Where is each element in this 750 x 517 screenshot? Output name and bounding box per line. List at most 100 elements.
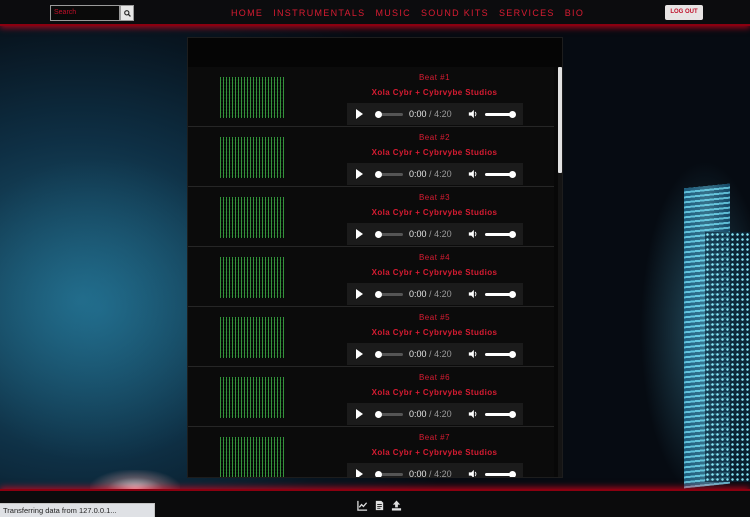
nav-menu: HOME INSTRUMENTALS MUSIC SOUND KITS SERV… (231, 8, 594, 18)
track-row: Beat #1 Xola Cybr + Cybrvybe Studios 0:0… (188, 67, 554, 127)
nav-item-music[interactable]: MUSIC (375, 8, 411, 18)
play-icon[interactable] (356, 289, 363, 299)
duration: 4:20 (434, 109, 452, 119)
seek-slider[interactable] (375, 171, 403, 178)
audio-player[interactable]: 0:00 / 4:20 (347, 163, 523, 185)
time-display: 0:00 / 4:20 (409, 469, 452, 478)
track-title: Beat #6 (418, 373, 451, 382)
duration: 4:20 (434, 169, 452, 179)
volume-handle[interactable] (509, 411, 516, 418)
track-row: Beat #6 Xola Cybr + Cybrvybe Studios 0:0… (188, 367, 554, 427)
upload-icon[interactable] (391, 500, 402, 511)
track-artwork (220, 197, 284, 238)
seek-handle[interactable] (375, 411, 382, 418)
nav-item-home[interactable]: HOME (231, 8, 263, 18)
background-tower-lights (705, 232, 750, 482)
nav-item-services[interactable]: SERVICES (499, 8, 555, 18)
seek-slider[interactable] (375, 351, 403, 358)
volume-icon[interactable] (468, 409, 478, 419)
play-icon[interactable] (356, 469, 363, 477)
volume-icon[interactable] (468, 229, 478, 239)
scrollbar-thumb[interactable] (558, 67, 562, 173)
current-time: 0:00 (409, 169, 427, 179)
volume-slider[interactable] (485, 171, 516, 178)
audio-player[interactable]: 0:00 / 4:20 (347, 103, 523, 125)
track-title: Beat #4 (418, 253, 451, 262)
seek-slider[interactable] (375, 411, 403, 418)
nav-item-instrumentals[interactable]: INSTRUMENTALS (273, 8, 365, 18)
toolbar-icons (357, 500, 402, 511)
play-icon[interactable] (356, 229, 363, 239)
volume-slider[interactable] (485, 471, 516, 477)
audio-player[interactable]: 0:00 / 4:20 (347, 403, 523, 425)
nav-item-bio[interactable]: BIO (565, 8, 584, 18)
volume-handle[interactable] (509, 111, 516, 118)
track-artist: Xola Cybr + Cybrvybe Studios (371, 88, 498, 97)
track-artwork (220, 77, 284, 118)
seek-handle[interactable] (375, 291, 382, 298)
time-display: 0:00 / 4:20 (409, 169, 452, 179)
browser-status-bar: Transferring data from 127.0.0.1... (0, 503, 155, 517)
track-artwork (220, 377, 284, 418)
time-display: 0:00 / 4:20 (409, 409, 452, 419)
search-icon (123, 10, 131, 17)
play-icon[interactable] (356, 349, 363, 359)
track-artist: Xola Cybr + Cybrvybe Studios (371, 268, 498, 277)
play-icon[interactable] (356, 169, 363, 179)
volume-icon[interactable] (468, 469, 478, 478)
seek-handle[interactable] (375, 351, 382, 358)
time-display: 0:00 / 4:20 (409, 109, 452, 119)
chart-icon[interactable] (357, 500, 368, 511)
duration: 4:20 (434, 409, 452, 419)
playlist-scrollbar[interactable] (558, 67, 562, 477)
volume-icon[interactable] (468, 169, 478, 179)
play-icon[interactable] (356, 109, 363, 119)
seek-slider[interactable] (375, 231, 403, 238)
volume-slider[interactable] (485, 231, 516, 238)
current-time: 0:00 (409, 289, 427, 299)
page-background: Search HOME INSTRUMENTALS MUSIC SOUND KI… (0, 0, 750, 517)
volume-icon[interactable] (468, 349, 478, 359)
play-icon[interactable] (356, 409, 363, 419)
audio-player[interactable]: 0:00 / 4:20 (347, 283, 523, 305)
track-title: Beat #1 (418, 73, 451, 82)
panel-header (188, 38, 562, 67)
time-display: 0:00 / 4:20 (409, 349, 452, 359)
seek-slider[interactable] (375, 111, 403, 118)
audio-player[interactable]: 0:00 / 4:20 (347, 343, 523, 365)
track-artist: Xola Cybr + Cybrvybe Studios (371, 388, 498, 397)
logout-button[interactable]: LOG OUT (665, 5, 703, 20)
volume-slider[interactable] (485, 111, 516, 118)
top-navbar: Search HOME INSTRUMENTALS MUSIC SOUND KI… (0, 0, 750, 26)
track-row: Beat #2 Xola Cybr + Cybrvybe Studios 0:0… (188, 127, 554, 187)
seek-handle[interactable] (375, 231, 382, 238)
volume-handle[interactable] (509, 471, 516, 477)
seek-handle[interactable] (375, 171, 382, 178)
volume-icon[interactable] (468, 289, 478, 299)
audio-player[interactable]: 0:00 / 4:20 (347, 463, 523, 478)
search-input[interactable]: Search (50, 5, 120, 21)
time-display: 0:00 / 4:20 (409, 289, 452, 299)
track-artist: Xola Cybr + Cybrvybe Studios (371, 328, 498, 337)
track-artist: Xola Cybr + Cybrvybe Studios (371, 148, 498, 157)
track-artist: Xola Cybr + Cybrvybe Studios (371, 208, 498, 217)
seek-slider[interactable] (375, 291, 403, 298)
seek-slider[interactable] (375, 471, 403, 477)
nav-item-sound-kits[interactable]: SOUND KITS (421, 8, 489, 18)
volume-handle[interactable] (509, 351, 516, 358)
volume-handle[interactable] (509, 231, 516, 238)
document-icon[interactable] (374, 500, 385, 511)
volume-slider[interactable] (485, 291, 516, 298)
search-button[interactable] (120, 5, 134, 21)
track-row: Beat #7 Xola Cybr + Cybrvybe Studios 0:0… (188, 427, 554, 478)
volume-icon[interactable] (468, 109, 478, 119)
volume-handle[interactable] (509, 291, 516, 298)
volume-slider[interactable] (485, 351, 516, 358)
seek-handle[interactable] (375, 471, 382, 477)
volume-slider[interactable] (485, 411, 516, 418)
seek-handle[interactable] (375, 111, 382, 118)
duration: 4:20 (434, 289, 452, 299)
audio-player[interactable]: 0:00 / 4:20 (347, 223, 523, 245)
volume-handle[interactable] (509, 171, 516, 178)
track-row: Beat #4 Xola Cybr + Cybrvybe Studios 0:0… (188, 247, 554, 307)
